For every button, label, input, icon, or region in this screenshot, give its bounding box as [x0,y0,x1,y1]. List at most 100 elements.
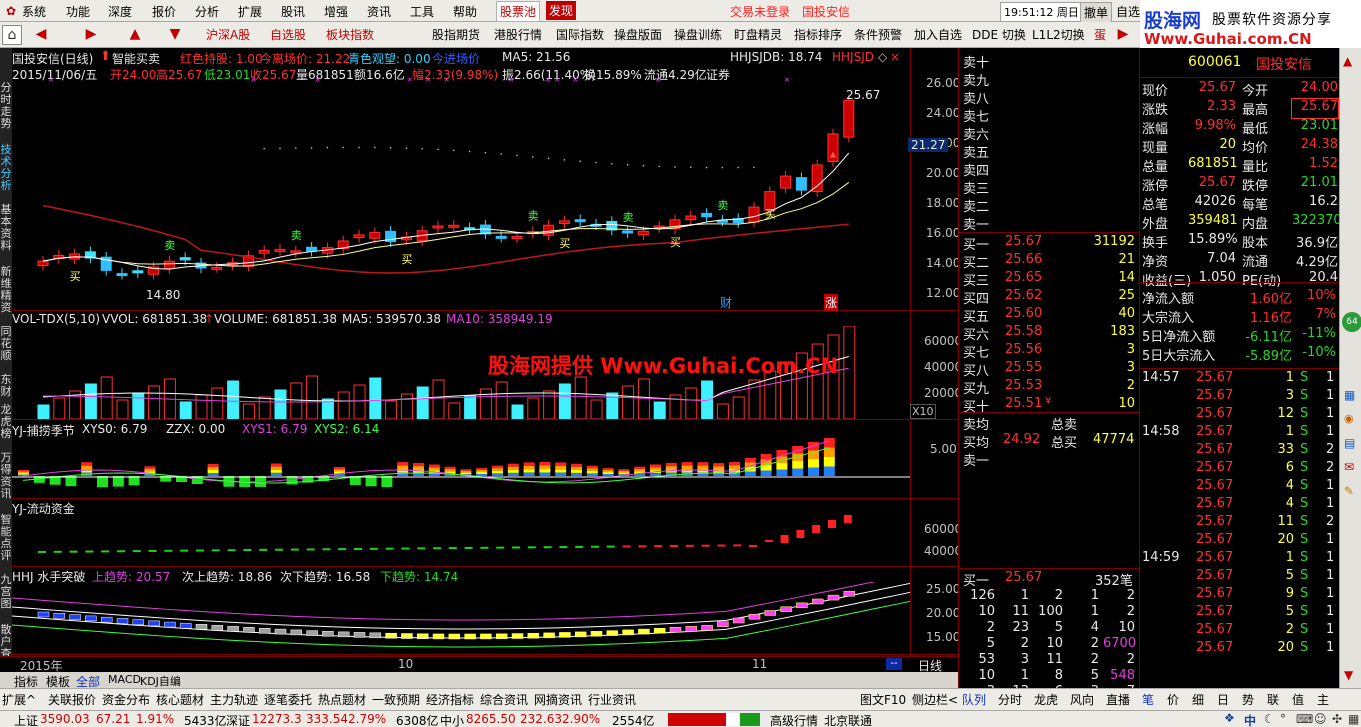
close-indicator-icon[interactable]: × [890,50,900,64]
detail-tab[interactable]: 势 [1242,691,1254,708]
cancel-order-button[interactable]: 撤单 [1080,2,1113,23]
toolbar-hs-a[interactable]: 沪深A股 [206,26,250,43]
tab-macd[interactable]: MACD [108,673,141,686]
limit-up-marker[interactable]: 涨 [824,294,839,311]
detail-tab[interactable]: 笔 [1142,691,1154,708]
status-tab[interactable]: 主力轨迹 [210,691,258,708]
status-tab[interactable]: 逐笔委托 [264,691,312,708]
detail-tab[interactable]: 联 [1267,691,1279,708]
detail-tab[interactable]: 价 [1167,691,1179,708]
toolbar-add-favorite[interactable]: 加入自选 [914,26,962,43]
toolbar-watch-spirit[interactable]: 盯盘精灵 [734,26,782,43]
status-tab[interactable]: 经济指标 [426,691,474,708]
status-tab[interactable]: 网摘资讯 [534,691,582,708]
left-tab-nine-grid[interactable]: 九宫图 [0,574,12,610]
left-tab-technical[interactable]: 技术分析 [0,144,12,192]
home-icon[interactable]: ⌂ [2,25,22,45]
down-arrow-icon[interactable]: ▼ [164,25,186,43]
auto-select-button[interactable]: 自选 [1116,3,1140,20]
back-arrow-icon[interactable]: ◀ [30,25,52,43]
book-tab[interactable]: 龙虎 [1034,691,1058,708]
footer-feed[interactable]: 高级行情_北京联通 [770,712,872,727]
ime-user-icon[interactable]: ☺ [1314,712,1327,726]
detail-tab[interactable]: 主 [1317,691,1329,708]
ime-dot-icon[interactable]: ° [1280,712,1286,726]
status-tab[interactable]: 一致预期 [372,691,420,708]
status-tab[interactable]: 关联报价 [48,691,96,708]
toolbar-futures[interactable]: 股指期货 [432,26,480,43]
bid-level-price[interactable]: 25.55 [1005,360,1042,379]
sidebar-news-icon[interactable]: ▤ [1344,436,1355,450]
status-tab[interactable]: 热点题材 [318,691,366,708]
toolbar-training[interactable]: 操盘训练 [674,26,722,43]
book-tab[interactable]: 队列 [962,691,986,708]
menu-item-depth[interactable]: 深度 [108,3,132,20]
left-tab-intraday[interactable]: 分时走势 [0,82,12,130]
bid-level-price[interactable]: 25.67 [1005,234,1042,253]
menu-item-news[interactable]: 股讯 [281,3,305,20]
f10-button[interactable]: 图文F10 [860,691,906,708]
bid-level-price[interactable]: 25.60 [1005,306,1042,325]
status-tab[interactable]: 资金分布 [102,691,150,708]
book-tab[interactable]: 直播 [1106,691,1130,708]
flow-plot[interactable] [12,510,910,566]
bid-level-price[interactable]: 25.65 [1005,270,1042,289]
status-tab[interactable]: 扩展^ [2,691,36,708]
sidebar-toggle[interactable]: 侧边栏< [912,691,958,708]
sidebar-rss-icon[interactable]: ◉ [1344,412,1354,425]
status-tab[interactable]: 核心题材 [156,691,204,708]
bid-level-price[interactable]: 25.53 [1005,378,1042,397]
sidebar-badge[interactable]: 64 [1342,312,1361,332]
ime-grid-icon[interactable]: ▦ [1348,712,1359,726]
detail-tab[interactable]: 日 [1217,691,1229,708]
left-tab-dragon-tiger[interactable]: 龙虎榜 [0,404,12,440]
left-tab-profile[interactable]: 基本资料 [0,204,12,252]
bid-level-price[interactable]: 25.56 [1005,342,1042,361]
toolbar-layout[interactable]: 操盘版面 [614,26,662,43]
menu-item-system[interactable]: 系统 [22,3,46,20]
stock-pool-button[interactable]: 股票池 [496,1,541,22]
menu-item-function[interactable]: 功能 [66,3,90,20]
menu-item-extend[interactable]: 扩展 [238,3,262,20]
toolbar-hk[interactable]: 港股行情 [494,26,542,43]
toolbar-sector-index[interactable]: 板块指数 [326,26,374,43]
toolbar-intl-index[interactable]: 国际指数 [556,26,604,43]
toolbar-favorites[interactable]: 自选股 [270,26,306,43]
trade-status[interactable]: 交易未登录 [730,3,790,20]
toolbar-dde[interactable]: DDE 切换 [972,26,1026,43]
ime-keyboard-icon[interactable]: ⌨ [1296,712,1313,726]
sidebar-up-icon[interactable]: ▲ [1343,54,1352,68]
finance-marker[interactable]: 财 [720,294,732,311]
menu-item-help[interactable]: 帮助 [453,3,477,20]
ime-moon-icon[interactable]: ☾ [1264,712,1275,726]
bid-level-price[interactable]: 25.62 [1005,288,1042,307]
left-tab-wind[interactable]: 万得资讯 [0,452,12,500]
status-tab[interactable]: 综合资讯 [480,691,528,708]
toolbar-alerts[interactable]: 条件预警 [854,26,902,43]
kline-chart-area[interactable]: 国投安信(日线) ⬆ 智能买卖 红色持股: 1.00 今离场价: 21.22 青… [12,48,962,656]
left-tab-dongcai[interactable]: 东财 [0,374,12,398]
status-tab[interactable]: 行业资讯 [588,691,636,708]
sidebar-mail-icon[interactable]: ✉ [1344,460,1354,474]
yj-plot[interactable] [12,436,910,498]
toolbar-indicator-sort[interactable]: 指标排序 [794,26,842,43]
toolbar-scroll-right-icon[interactable]: ▶ [1112,25,1134,43]
detail-tab[interactable]: 细 [1192,691,1204,708]
hhj-plot[interactable] [12,582,910,654]
left-tab-xinwei[interactable]: 新维精资 [0,266,12,314]
tab-kdj[interactable]: KDJ自编 [140,673,181,689]
app-logo-icon[interactable]: ✿ [6,4,16,18]
menu-item-enhance[interactable]: 增强 [324,3,348,20]
left-tab-smart-review[interactable]: 智能点评 [0,514,12,562]
book-tab[interactable]: 分时 [998,691,1022,708]
menu-item-info[interactable]: 资讯 [367,3,391,20]
sidebar-down-icon[interactable]: ▼ [1344,668,1353,682]
sidebar-chart-icon[interactable]: ▦ [1344,388,1355,402]
menu-item-tools[interactable]: 工具 [410,3,434,20]
bid-level-price[interactable]: 25.66 [1005,252,1042,271]
menu-item-analysis[interactable]: 分析 [195,3,219,20]
detail-tab[interactable]: 值 [1292,691,1304,708]
menu-item-quote[interactable]: 报价 [152,3,176,20]
sidebar-pencil-icon[interactable]: ✎ [1344,484,1354,498]
candlestick-plot[interactable]: × × × × × × × × × × × ×买卖卖买卖买卖买卖买 [12,78,910,310]
